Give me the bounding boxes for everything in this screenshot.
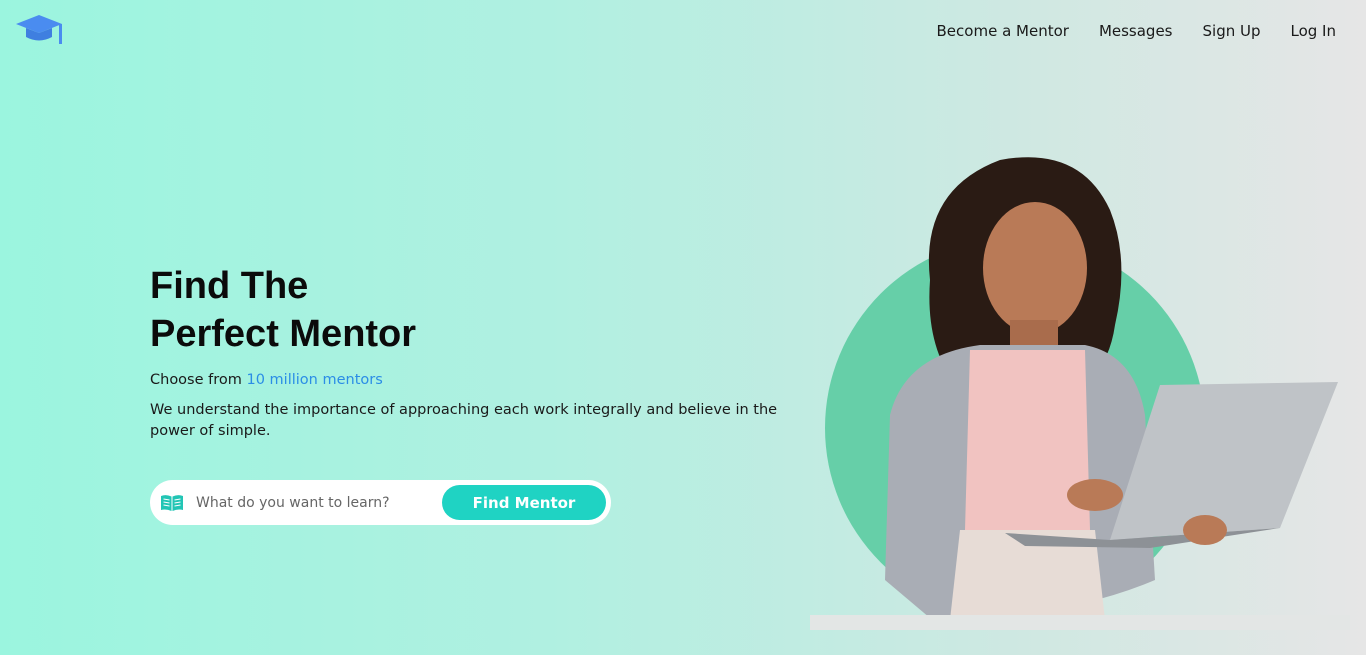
mentor-count-highlight: 10 million mentors xyxy=(246,372,383,388)
find-mentor-button[interactable]: Find Mentor xyxy=(442,485,606,520)
mentor-photo xyxy=(810,157,1350,630)
hero-title-line1: Find The xyxy=(150,265,309,307)
search-bar: Find Mentor xyxy=(150,480,611,525)
hero-title: Find The Perfect Mentor xyxy=(150,262,790,358)
hero-section: Find The Perfect Mentor Choose from 10 m… xyxy=(150,262,790,442)
search-input[interactable] xyxy=(196,494,442,511)
nav-sign-up[interactable]: Sign Up xyxy=(1203,22,1261,40)
graduation-cap-icon xyxy=(16,15,62,44)
nav-become-mentor[interactable]: Become a Mentor xyxy=(937,22,1069,40)
top-nav: Become a Mentor Messages Sign Up Log In xyxy=(937,22,1336,40)
mentor-count-prefix: Choose from xyxy=(150,372,247,388)
hero-title-line2: Perfect Mentor xyxy=(150,313,417,355)
mentor-count-text: Choose from 10 million mentors xyxy=(150,372,790,388)
hero-description: We understand the importance of approach… xyxy=(150,402,778,439)
nav-log-in[interactable]: Log In xyxy=(1291,22,1337,40)
hero-image xyxy=(810,150,1350,630)
logo[interactable] xyxy=(14,12,66,46)
book-icon xyxy=(161,494,183,511)
nav-messages[interactable]: Messages xyxy=(1099,22,1173,40)
